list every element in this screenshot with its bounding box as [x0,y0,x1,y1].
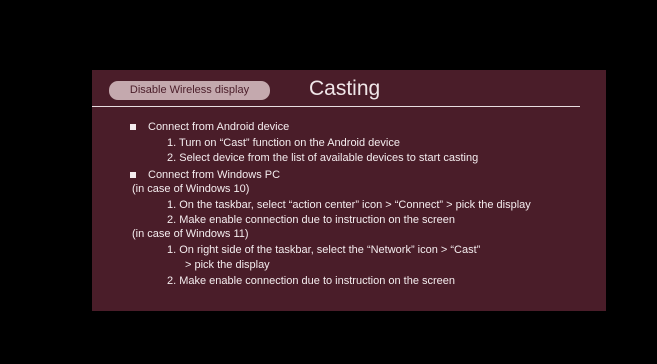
windows-11-step-1: 1. On right side of the taskbar, select … [167,244,481,256]
windows-11-step-1-cont: > pick the display [185,259,270,271]
section-heading-android: Connect from Android device [148,121,290,133]
section-heading-windows: Connect from Windows PC [148,169,281,181]
windows-11-label: (in case of Windows 11) [132,228,249,240]
windows-11-step-2: 2. Make enable connection due to instruc… [167,275,456,287]
windows-10-label: (in case of Windows 10) [132,183,250,195]
windows-10-step-1: 1. On the taskbar, select “action center… [167,199,531,211]
android-step-1: 1. Turn on “Cast” function on the Androi… [167,137,400,149]
android-step-2: 2. Select device from the list of availa… [167,152,479,164]
slide-content: Connect from Android device 1. Turn on “… [92,70,606,311]
bullet-icon [130,124,136,130]
slide-panel: Disable Wireless display Casting Connect… [92,70,606,311]
bullet-icon [130,172,136,178]
windows-10-step-2: 2. Make enable connection due to instruc… [167,214,456,226]
